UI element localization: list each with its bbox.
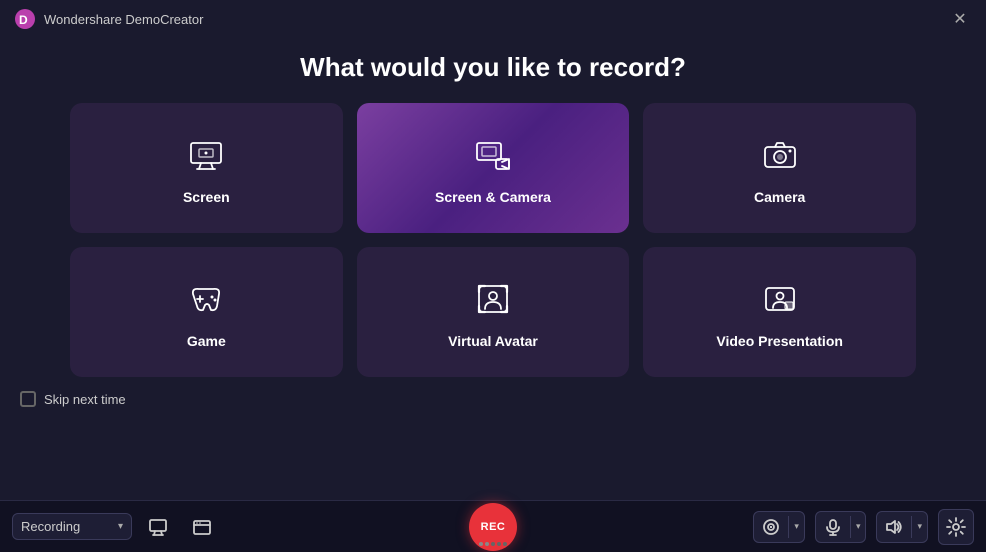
- microphone-chevron-icon[interactable]: ▾: [851, 521, 866, 532]
- skip-row: Skip next time: [0, 377, 986, 415]
- settings-icon: [946, 517, 966, 537]
- screen-camera-card[interactable]: Screen & Camera: [357, 103, 630, 233]
- virtual-avatar-card[interactable]: Virtual Avatar: [357, 247, 630, 377]
- microphone-group: ▾: [815, 511, 867, 543]
- speaker-chevron-icon[interactable]: ▾: [912, 521, 927, 532]
- chevron-down-icon: ▾: [118, 521, 123, 532]
- video-presentation-card-label: Video Presentation: [716, 333, 843, 349]
- webcam-icon: [762, 518, 780, 536]
- screen-card[interactable]: Screen: [70, 103, 343, 233]
- app-title: Wondershare DemoCreator: [44, 12, 203, 27]
- close-button[interactable]: ✕: [948, 7, 972, 31]
- game-card-label: Game: [187, 333, 226, 349]
- window-capture-button[interactable]: [184, 509, 220, 545]
- title-bar: D Wondershare DemoCreator ✕: [0, 0, 986, 38]
- webcam-button[interactable]: [754, 512, 788, 542]
- recording-dropdown-text: Recording: [21, 519, 112, 534]
- game-icon: [187, 280, 225, 323]
- recording-dropdown[interactable]: Recording ▾: [12, 513, 132, 540]
- game-card[interactable]: Game: [70, 247, 343, 377]
- camera-card-label: Camera: [754, 189, 805, 205]
- camera-card[interactable]: Camera: [643, 103, 916, 233]
- rec-indicator-dots: [479, 542, 507, 546]
- title-left: D Wondershare DemoCreator: [14, 8, 203, 30]
- skip-label[interactable]: Skip next time: [44, 392, 126, 407]
- virtual-avatar-icon: [474, 280, 512, 323]
- webcam-chevron-icon[interactable]: ▾: [789, 521, 804, 532]
- camera-icon: [761, 136, 799, 179]
- skip-checkbox[interactable]: [20, 391, 36, 407]
- svg-text:D: D: [19, 13, 28, 27]
- main-content: What would you like to record? Screen: [0, 38, 986, 377]
- microphone-button[interactable]: [816, 512, 850, 542]
- screen-camera-icon: [474, 136, 512, 179]
- page-heading: What would you like to record?: [20, 52, 966, 83]
- settings-button[interactable]: [938, 509, 974, 545]
- right-toolbar: ▾ ▾: [753, 509, 974, 545]
- video-presentation-card[interactable]: Video Presentation: [643, 247, 916, 377]
- screen-icon: [187, 136, 225, 179]
- cards-grid: Screen Screen & Camera: [20, 103, 966, 377]
- speaker-group: ▾: [876, 511, 928, 543]
- video-presentation-icon: [761, 280, 799, 323]
- screen-camera-card-label: Screen & Camera: [435, 189, 551, 205]
- window-capture-icon: [192, 517, 212, 537]
- rec-dot-4: [497, 542, 501, 546]
- speaker-button[interactable]: [877, 512, 911, 542]
- rec-dot-3: [491, 542, 495, 546]
- speaker-icon: [885, 518, 903, 536]
- app-logo-icon: D: [14, 8, 36, 30]
- microphone-icon: [824, 518, 842, 536]
- rec-dot-5: [503, 542, 507, 546]
- bottom-toolbar: Recording ▾ REC: [0, 500, 986, 552]
- webcam-group: ▾: [753, 511, 805, 543]
- rec-dot-2: [485, 542, 489, 546]
- screen-card-label: Screen: [183, 189, 230, 205]
- screen-capture-button[interactable]: [140, 509, 176, 545]
- rec-dot-1: [479, 542, 483, 546]
- screen-capture-icon: [148, 517, 168, 537]
- virtual-avatar-card-label: Virtual Avatar: [448, 333, 538, 349]
- rec-label: REC: [481, 521, 506, 533]
